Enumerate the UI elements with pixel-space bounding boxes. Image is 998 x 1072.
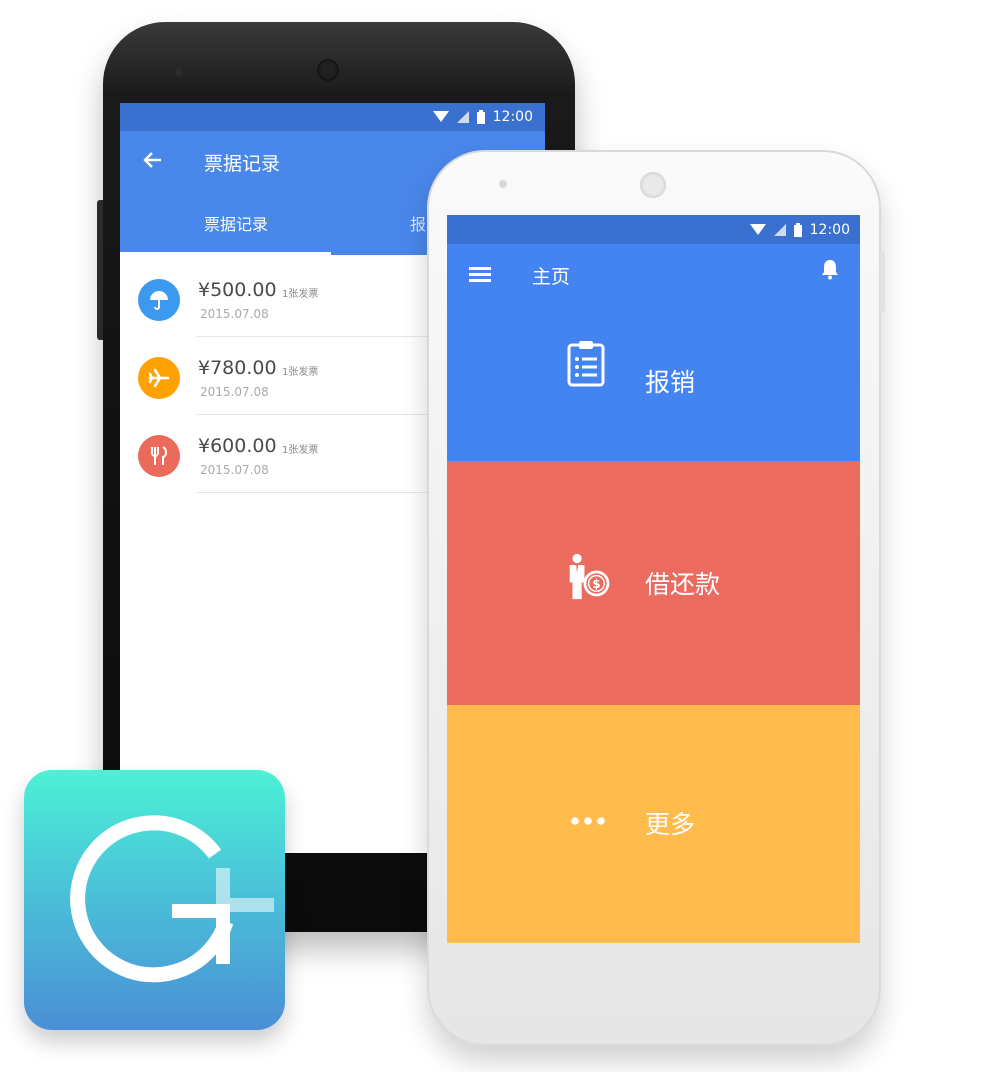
signal-icon	[456, 111, 469, 123]
status-time: 12:00	[809, 221, 850, 238]
utensils-icon	[138, 435, 180, 477]
more-tile[interactable]: 更多	[447, 705, 860, 943]
person-money-icon: $	[569, 553, 610, 600]
ticket-count: 1张发票	[282, 367, 319, 378]
back-button[interactable]	[120, 148, 186, 176]
menu-icon[interactable]	[469, 264, 491, 286]
wifi-icon	[749, 223, 766, 235]
signal-icon	[773, 223, 786, 236]
status-bar: 12:00	[120, 103, 545, 131]
reimburse-tile[interactable]: 报销	[447, 309, 860, 461]
ticket-amount: ¥780.00	[198, 357, 277, 379]
tab-indicator	[120, 252, 331, 255]
page-title: 票据记录	[204, 152, 281, 175]
ticket-date: 2015.07.08	[200, 463, 269, 477]
battery-icon	[476, 110, 485, 124]
more-dots-icon	[571, 817, 605, 825]
app-logo	[24, 770, 285, 1030]
tile-label: 报销	[645, 368, 696, 397]
tab-reimburse[interactable]: 报	[410, 211, 426, 235]
side-button	[880, 252, 885, 312]
status-time: 12:00	[492, 109, 533, 125]
sensor	[499, 180, 507, 188]
app-bar: 主页	[447, 244, 860, 309]
arrow-left-icon	[143, 152, 161, 168]
side-button	[97, 200, 103, 340]
ticket-date: 2015.07.08	[200, 385, 269, 399]
g-plus-logo-icon	[70, 815, 274, 983]
front-camera	[317, 59, 339, 81]
loan-repay-tile[interactable]: $ 借还款	[447, 461, 860, 705]
status-bar: 12:00	[447, 215, 860, 244]
clipboard-icon	[567, 341, 605, 387]
tile-label: 借还款	[645, 570, 721, 599]
front-camera	[640, 172, 666, 198]
sensor	[175, 68, 183, 76]
battery-icon	[793, 222, 802, 237]
airplane-icon	[138, 357, 180, 399]
umbrella-icon	[138, 279, 180, 321]
tab-ticket-records[interactable]: 票据记录	[204, 211, 268, 235]
ticket-amount: ¥600.00	[198, 435, 277, 457]
ticket-date: 2015.07.08	[200, 307, 269, 321]
svg-text:$: $	[592, 577, 600, 591]
bell-icon[interactable]	[820, 258, 840, 285]
page-title: 主页	[532, 266, 571, 288]
ticket-count: 1张发票	[282, 289, 319, 300]
front-phone-screen: 12:00 主页 报销 $ 借还款 更多	[447, 215, 860, 943]
ticket-amount: ¥500.00	[198, 279, 277, 301]
ticket-count: 1张发票	[282, 445, 319, 456]
wifi-icon	[432, 111, 449, 122]
tile-label: 更多	[645, 810, 696, 839]
